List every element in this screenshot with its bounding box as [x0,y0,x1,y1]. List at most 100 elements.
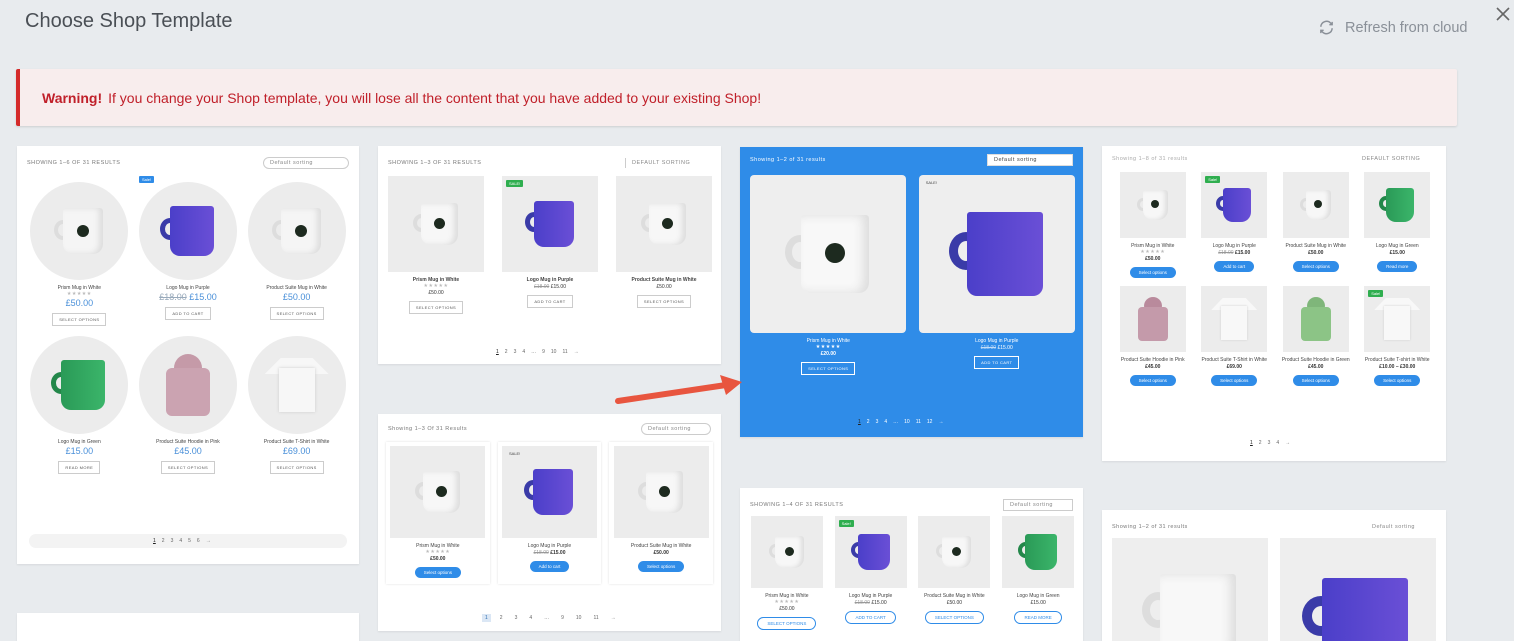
mug-white-image [54,208,104,254]
product-image [1282,286,1349,352]
page-title: Choose Shop Template [25,10,233,32]
product-tile: SALE! Logo Mug in Purple £18.00 £15.00 A… [497,442,602,584]
refresh-from-cloud-button[interactable]: Refresh from cloud [1318,19,1468,36]
product-price: £50.00 [430,556,446,562]
product-image: SALE! [502,176,598,272]
template-card-7[interactable] [17,613,359,641]
product-tile: Product Suite T-Shirt in White £69.00 Se… [1198,286,1272,386]
page-link: 4 [1276,440,1280,446]
product-image [30,182,129,280]
template-card-2[interactable]: SHOWING 1–3 OF 31 RESULTS DEFAULT SORTIN… [378,146,721,364]
product-image: Sale! [138,176,237,280]
page-link: … [531,349,537,355]
product-button: Select options [1374,375,1421,386]
product-price: £69.00 [1226,364,1242,370]
product-image [1280,538,1436,641]
template-card-1[interactable]: SHOWING 1–6 OF 31 RESULTS Default sortin… [17,146,359,564]
mug-white-image [638,471,684,513]
product-image: Sale! [834,516,907,588]
rating-stars: ★★★★★ [66,291,92,297]
product-name: Product Suite T-Shirt in White [1201,357,1268,363]
sorting-select: DEFAULT SORTING [1356,154,1436,164]
page-link: 4 [884,419,888,425]
product-price: £45.00 [1308,364,1324,370]
product-tile: Product Suite Hoodie in Pink £45.00 Sele… [1116,286,1190,386]
product-tile: Product Suite Mug in White £50.00 SELECT… [616,176,712,314]
current-price: £15.00 [550,284,566,290]
page-link: 9 [561,615,564,621]
template-card-4[interactable]: Showing 1–8 of 31 results DEFAULT SORTIN… [1102,146,1446,461]
old-price: £18.00 [854,600,870,606]
product-image [30,336,129,434]
mug-white-image [1142,574,1238,641]
template-card-6[interactable]: SHOWING 1–4 OF 31 RESULTS Default sortin… [740,488,1083,641]
mug-green-image [1379,188,1415,222]
rating-stars: ★★★★★ [425,549,451,555]
product-image [1002,516,1075,588]
product-name: Product Suite Hoodie in Pink [156,439,220,445]
page-link: 12 [926,419,933,425]
close-icon[interactable] [1493,4,1513,24]
product-button: Select options [1129,267,1176,278]
template-card-5[interactable]: Showing 1–3 Of 31 Results Default sortin… [378,414,721,631]
warning-label: Warning! [42,89,103,106]
product-price: £50.00 [428,290,444,296]
product-price: £50.00 [282,292,311,302]
page-link: 2 [499,615,503,621]
product-name: Logo Mug in Purple [166,285,210,291]
result-count: Showing 1–2 of 31 results [1112,524,1188,530]
product-price: £69.00 [282,446,311,456]
tshirt-white-image [1211,298,1258,340]
product-button: Select options [1129,375,1176,386]
sorting-select: Default sorting [987,154,1073,166]
template-header: SHOWING 1–6 OF 31 RESULTS Default sortin… [27,156,349,170]
page-link: 4 [522,349,526,355]
sale-badge: Sale! [838,520,854,527]
product-price: £15.00 [1030,600,1046,606]
mug-green-image [51,360,107,410]
product-price: £45.00 [1145,364,1161,370]
result-count: Showing 1–2 of 31 results [750,157,826,163]
product-button: ADD TO CART [527,295,573,308]
product-button: SELECT OPTIONS [52,313,107,326]
page-link: → [205,538,211,544]
product-tile: Sale! Logo Mug in Purple £18.00 £15.00 A… [1198,172,1272,278]
product-price: £50.00 [656,284,672,290]
product-button: Select options [1292,375,1339,386]
page-link: 2 [866,419,870,425]
mug-white-image [936,536,972,568]
page-link: 10 [575,615,582,621]
page-link: 6 [196,538,200,544]
old-price: £18.00 [159,292,187,302]
product-button: SELECT OPTIONS [408,301,464,314]
product-price: £50.00 [779,606,795,612]
page-link: … [544,615,550,621]
page-link: 1 [1250,440,1253,446]
product-image [750,516,823,588]
product-price: £50.00 [1308,250,1324,256]
template-card-8[interactable]: Showing 1–2 of 31 results Default sortin… [1102,510,1446,641]
page-link: 1 [858,419,861,425]
product-button: SELECT OPTIONS [924,611,984,624]
product-name: Product Suite Mug in White [266,285,327,291]
result-count: Showing 1–8 of 31 results [1112,156,1188,162]
product-button: SELECT OPTIONS [636,295,692,308]
pagination: 1 2 3 4 5 6 → [153,538,211,544]
sale-badge: SALE! [925,180,938,185]
product-button: READ MORE [1014,611,1062,624]
product-image [247,336,346,434]
sale-badge: Sale! [138,176,155,183]
product-tile: Sale! Logo Mug in Purple £18.00 £15.00 A… [834,516,908,630]
product-price: £50.00 [1145,256,1161,262]
product-tile: Sale! Logo Mug in Purple £18.00 £15.00 A… [134,176,243,326]
tshirt-white-image [1374,298,1421,340]
page-link: … [893,419,899,425]
page-link: 1 [496,349,499,355]
product-name: Logo Mug in Green [1375,243,1419,249]
template-card-3[interactable]: Showing 1–2 of 31 results Default sortin… [740,147,1083,437]
product-tile: Prism Mug in White ★★★★★ £50.00 SELECT O… [388,176,484,314]
product-price: £20.00 [820,351,836,357]
page-link: 1 [482,614,491,622]
refresh-icon [1320,20,1333,35]
product-image [1282,172,1349,238]
